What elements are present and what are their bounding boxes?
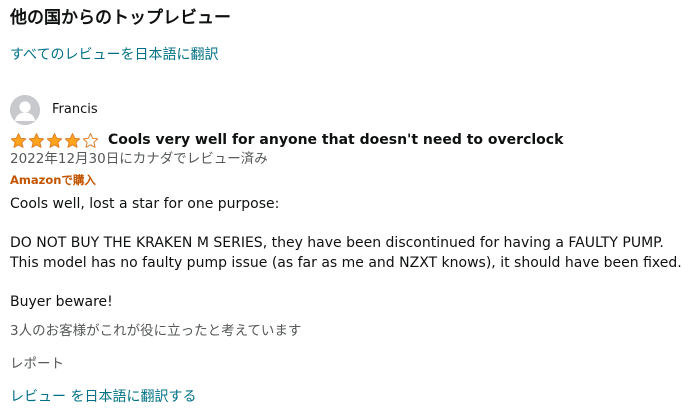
avatar [10, 95, 40, 125]
star-filled-icon [64, 132, 81, 148]
review-body: Cools well, lost a star for one purpose:… [10, 194, 686, 312]
helpful-count: 3人のお客様がこれが役に立ったと考えています [10, 323, 302, 339]
verified-purchase-badge: Amazonで購入 [10, 173, 96, 187]
star-empty-icon [82, 132, 99, 148]
reviewer-profile[interactable]: Francis [10, 95, 98, 125]
translate-review-link[interactable]: レビュー を日本語に翻訳する [10, 387, 196, 407]
review-date: 2022年12月30日にカナダでレビュー済み [10, 151, 268, 167]
star-rating[interactable] [10, 132, 100, 149]
star-filled-icon [10, 132, 27, 148]
review-title[interactable]: Cools very well for anyone that doesn't … [108, 130, 563, 150]
review-body-line: Buyer beware! [10, 294, 113, 310]
review-body-line: DO NOT BUY THE KRAKEN M SERIES, they hav… [10, 235, 664, 251]
star-filled-icon [28, 132, 45, 148]
review-section: 他の国からのトップレビュー すべてのレビューを日本語に翻訳 Francis Co… [0, 0, 696, 413]
default-user-avatar-icon [10, 95, 40, 125]
translate-all-reviews-link[interactable]: すべてのレビューを日本語に翻訳 [10, 45, 218, 65]
reviewer-name: Francis [52, 102, 98, 117]
review-body-line: This model has no faulty pump issue (as … [10, 255, 682, 271]
report-link[interactable]: レポート [10, 354, 64, 374]
star-filled-icon [46, 132, 63, 148]
review-body-line: Cools well, lost a star for one purpose: [10, 196, 280, 212]
section-title: 他の国からのトップレビュー [10, 8, 231, 28]
review-header: Cools very well for anyone that doesn't … [10, 130, 563, 150]
